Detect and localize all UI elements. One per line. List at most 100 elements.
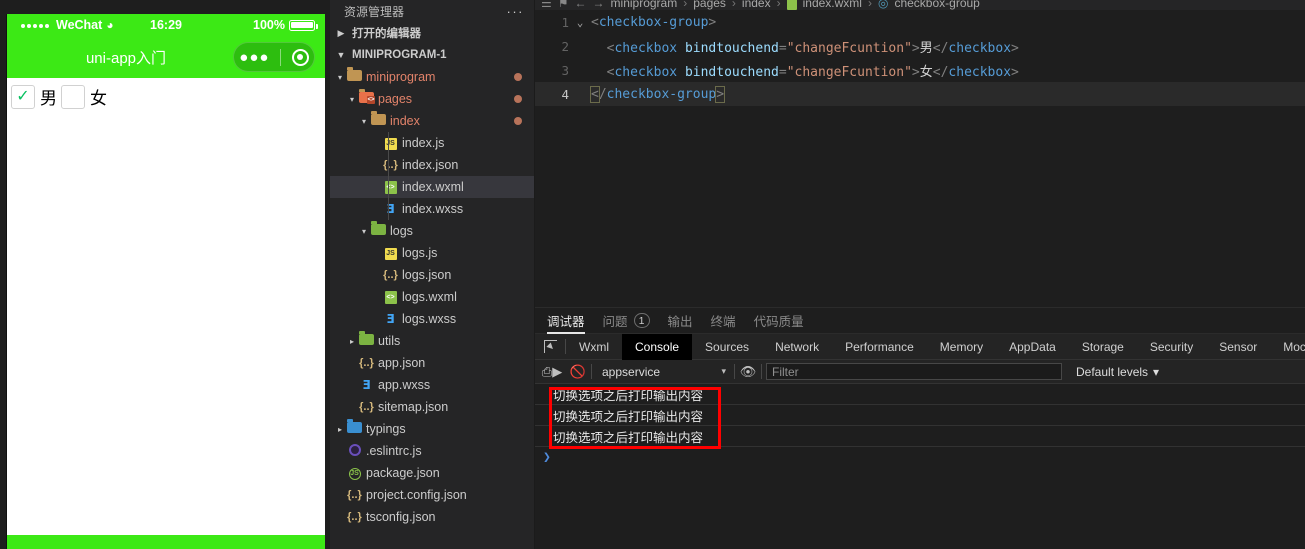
open-editors-section[interactable]: ▶ 打开的编辑器	[330, 22, 534, 44]
tree-item-logs-json[interactable]: {..} logs.json	[330, 264, 534, 286]
more-dots-icon[interactable]: ●●●	[239, 50, 269, 65]
bookmark-icon[interactable]: ⚑	[558, 0, 569, 10]
checkbox-female[interactable]	[61, 84, 85, 109]
breadcrumb-part-pages[interactable]: pages	[693, 0, 726, 10]
console-context-select[interactable]: appservice ▾	[592, 365, 734, 379]
fold-chevron-icon[interactable]: ⌄	[569, 16, 591, 29]
tree-item-label: typings	[366, 422, 406, 436]
tree-item-miniprogram[interactable]: ▾ miniprogram	[330, 66, 534, 88]
tree-item-label: project.config.json	[366, 488, 467, 502]
live-expression-eye-icon[interactable]: 👁	[735, 360, 761, 384]
file-tree[interactable]: ▾ miniprogram ▾ <> pages ▾ index JS index.js {..}…	[330, 66, 534, 549]
tree-item-logs[interactable]: ▾ logs	[330, 220, 534, 242]
code-line-3[interactable]: 3 <checkbox bindtouchend="changeFcuntion…	[535, 58, 1305, 82]
breadcrumb[interactable]: ☰ ⚑ ← → miniprogram › pages › index › in…	[535, 0, 1305, 10]
panel-tab-调试器[interactable]: 调试器	[547, 308, 585, 334]
devtools-tab-bar[interactable]: WxmlConsoleSourcesNetworkPerformanceMemo…	[535, 333, 1305, 360]
explorer-more-icon[interactable]: ···	[507, 4, 525, 19]
wxml-file-icon: <>	[384, 290, 397, 304]
devtools-tab-security[interactable]: Security	[1137, 334, 1206, 360]
code-line-2[interactable]: 2 <checkbox bindtouchend="changeFcuntion…	[535, 34, 1305, 58]
console-sidebar-icon[interactable]: ⎙▶	[539, 360, 565, 384]
inspect-cursor-icon[interactable]	[535, 340, 565, 353]
devtools-tab-console[interactable]: Console	[622, 333, 693, 360]
devtools-tab-sensor[interactable]: Sensor	[1206, 334, 1270, 360]
chevron-right-icon[interactable]: ▸	[346, 337, 358, 346]
tree-item-sitemap-json[interactable]: {..} sitemap.json	[330, 396, 534, 418]
console-levels-select[interactable]: Default levels ▾	[1062, 365, 1159, 379]
file-icon	[346, 67, 363, 84]
project-root-section[interactable]: ▼ MINIPROGRAM-1	[330, 44, 534, 66]
console-prompt[interactable]: ❯	[535, 447, 1305, 468]
tree-item-app-json[interactable]: {..} app.json	[330, 352, 534, 374]
panel-tab-终端[interactable]: 终端	[711, 308, 736, 334]
devtools-tab-mock[interactable]: Mock	[1270, 334, 1305, 360]
console-toolbar[interactable]: ⎙▶ 🚫 appservice ▾ 👁 Filter Default level…	[535, 360, 1305, 384]
tree-item--eslintrc-js[interactable]: .eslintrc.js	[330, 440, 534, 462]
tree-item-index-wxss[interactable]: Ǝindex.wxss	[330, 198, 534, 220]
arrow-right-icon[interactable]: →	[593, 0, 605, 10]
tree-item-typings[interactable]: ▸ typings	[330, 418, 534, 440]
tree-item-logs-wxml[interactable]: <> logs.wxml	[330, 286, 534, 308]
chevron-down-icon[interactable]: ▾	[721, 366, 734, 377]
tree-item-index-js[interactable]: JS index.js	[330, 132, 534, 154]
file-icon: JS	[346, 467, 363, 480]
devtools-tab-sources[interactable]: Sources	[692, 334, 762, 360]
arrow-left-icon[interactable]: ←	[575, 0, 587, 10]
tree-item-logs-js[interactable]: JS logs.js	[330, 242, 534, 264]
panel-tab-bar[interactable]: 调试器 问题 1 输出 终端 代码质量	[535, 308, 1305, 334]
chevron-down-icon[interactable]: ▾	[358, 227, 370, 236]
tree-item-utils[interactable]: ▸ utils	[330, 330, 534, 352]
json-file-icon: {..}	[347, 510, 362, 523]
simulator-status-bar: WeChat ◕ 16:29 100%	[7, 14, 325, 36]
panel-tab-输出[interactable]: 输出	[668, 308, 693, 334]
tree-item-index-json[interactable]: {..} index.json	[330, 154, 534, 176]
tree-item-index-wxml[interactable]: <> index.wxml	[330, 176, 534, 198]
breadcrumb-part-file[interactable]: index.wxml	[803, 0, 862, 10]
chevron-down-icon[interactable]: ▾	[334, 73, 346, 82]
devtools-tab-storage[interactable]: Storage	[1069, 334, 1137, 360]
simulator-phone: WeChat ◕ 16:29 100% uni-app入门 ●●● ✓ 男 女	[6, 14, 325, 549]
clear-console-icon[interactable]: 🚫	[565, 360, 591, 384]
file-icon	[370, 221, 387, 238]
panel-tab-代码质量[interactable]: 代码质量	[754, 308, 804, 334]
chevron-right-icon[interactable]: ▸	[334, 425, 346, 434]
code-line-4[interactable]: 4 </checkbox-group>	[535, 82, 1305, 106]
tree-item-pages[interactable]: ▾ <> pages	[330, 88, 534, 110]
chevron-right-icon[interactable]: ▶	[334, 28, 348, 39]
panel-tab-问题[interactable]: 问题 1	[603, 308, 650, 334]
tree-item-package-json[interactable]: JS package.json	[330, 462, 534, 484]
folder-icon	[347, 419, 362, 433]
breadcrumb-part-miniprogram[interactable]: miniprogram	[611, 0, 678, 10]
console-filter-input[interactable]: Filter	[766, 363, 1062, 380]
chevron-down-icon[interactable]: ▼	[334, 50, 348, 60]
chevron-down-icon[interactable]: ▾	[358, 117, 370, 126]
target-circle-icon[interactable]	[291, 48, 309, 66]
breadcrumb-part-symbol[interactable]: checkbox-group	[894, 0, 979, 10]
tree-indent-guide	[388, 132, 389, 220]
file-icon: Ǝ	[382, 203, 399, 216]
devtools-tab-memory[interactable]: Memory	[927, 334, 996, 360]
wechat-capsule-button[interactable]: ●●●	[233, 42, 315, 72]
console-message: 切换选项之后打印输出内容	[535, 426, 1305, 447]
code-editor[interactable]: 1 ⌄ <checkbox-group> 2 <checkbox bindtouche…	[535, 10, 1305, 307]
tree-item-logs-wxss[interactable]: Ǝlogs.wxss	[330, 308, 534, 330]
tree-item-tsconfig-json[interactable]: {..} tsconfig.json	[330, 506, 534, 528]
tree-item-index[interactable]: ▾ index	[330, 110, 534, 132]
tree-item-project-config-json[interactable]: {..} project.config.json	[330, 484, 534, 506]
devtools-tab-appdata[interactable]: AppData	[996, 334, 1069, 360]
code-text: <checkbox bindtouchend="changeFcuntion">…	[591, 40, 1019, 56]
breadcrumb-part-index[interactable]: index	[742, 0, 771, 10]
simulator-page-body: ✓ 男 女	[7, 78, 325, 535]
devtools-tab-network[interactable]: Network	[762, 334, 832, 360]
devtools-tab-performance[interactable]: Performance	[832, 334, 927, 360]
tree-item-app-wxss[interactable]: Ǝapp.wxss	[330, 374, 534, 396]
chevron-down-icon[interactable]: ▾	[346, 95, 358, 104]
hamburger-icon[interactable]: ☰	[541, 0, 552, 10]
checkbox-female-label[interactable]: 女	[85, 84, 111, 109]
checkbox-male[interactable]: ✓	[11, 84, 35, 109]
checkbox-male-label[interactable]: 男	[35, 84, 61, 109]
devtools-tab-wxml[interactable]: Wxml	[566, 334, 622, 360]
code-line-1[interactable]: 1 ⌄ <checkbox-group>	[535, 10, 1305, 34]
console-output[interactable]: 切换选项之后打印输出内容 切换选项之后打印输出内容 切换选项之后打印输出内容 ❯	[535, 384, 1305, 549]
